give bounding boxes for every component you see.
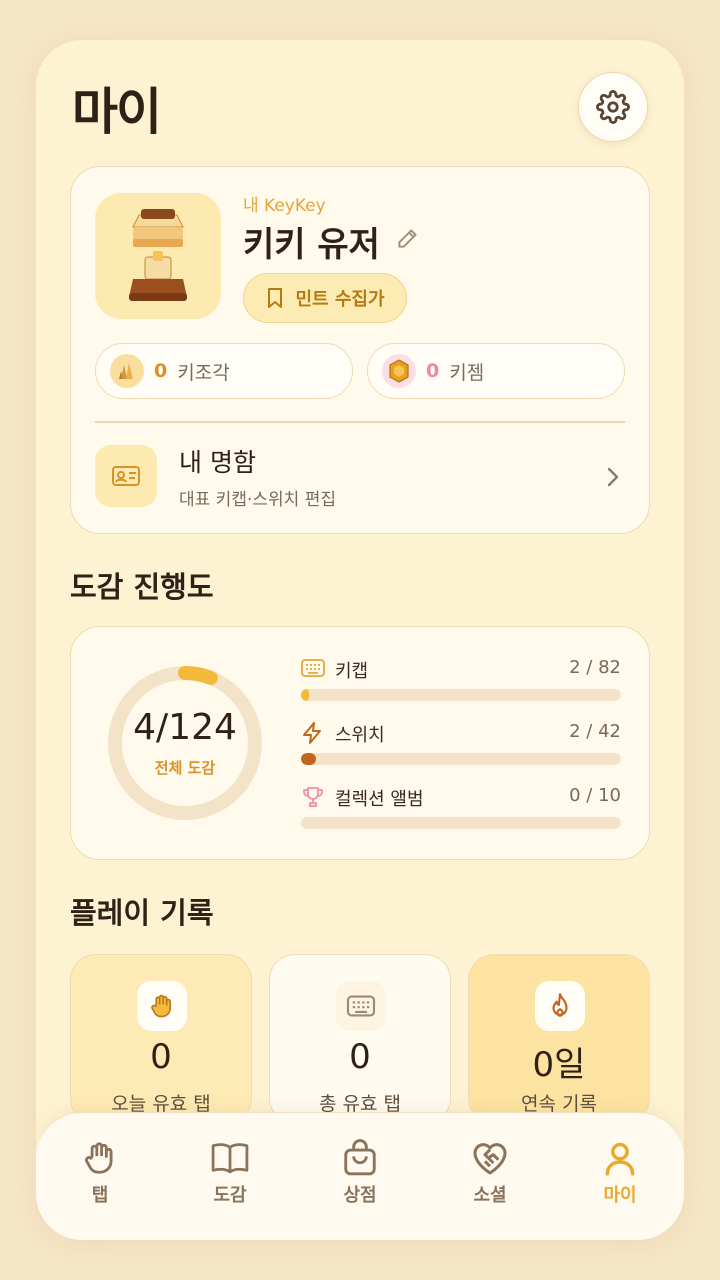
chevron-right-icon[interactable] [605,465,621,489]
nav-tab-my[interactable]: 마이 [570,1139,670,1207]
progress-fill [301,689,309,701]
flame-icon-box [535,981,585,1031]
keyboard-icon [301,659,325,677]
username: 키키 유저 [243,225,380,265]
progress-count: 2 / 82 [569,657,621,678]
progress-fill [301,753,317,765]
profile-card: 내 KeyKey 키키 유저 민트 수집가 0 키조각 0 키젬 내 명함 대표… [70,166,650,534]
total-count: 4/124 [133,707,237,748]
flame-icon [552,993,568,1017]
key-pieces-label: 키조각 [177,361,230,384]
bag-icon [344,1139,376,1176]
progress-card: 4/124 전체 도감 키캡 2 / 82 스위치 2 / 42 컬렉션 앨범 … [70,626,650,860]
mine-label: 내 KeyKey [243,196,326,216]
progress-label: 컬렉션 앨범 [335,789,424,810]
hand-icon-box [137,981,187,1031]
id-card-icon [112,466,140,486]
stat-value: 0일 [532,1045,586,1085]
play-section-title: 플레이 기록 [70,896,214,930]
namecard-title[interactable]: 내 명함 [179,443,256,479]
progress-label: 키캡 [335,661,369,682]
gear-icon [596,90,630,124]
book-icon [211,1143,249,1174]
settings-button[interactable] [578,72,648,142]
bottom-nav: 탭 도감 상점 소셜 마이 [36,1112,684,1240]
avatar[interactable] [95,193,221,319]
page-title: 마이 [72,83,162,141]
progress-count: 2 / 42 [569,721,621,742]
namecard-icon-box [95,445,157,507]
nav-label: 도감 [213,1185,247,1206]
phone-screen: 마이 내 KeyKey 키키 유저 민트 수집가 0 키조각 0 키젬 내 명함… [36,40,684,1240]
nav-label: 마이 [603,1185,637,1206]
nav-tab-shop[interactable]: 상점 [310,1139,410,1207]
key-pieces-icon [110,354,144,388]
keycap-switch-icon [129,209,187,301]
key-gem-icon [382,354,416,388]
namecard-subtitle: 대표 키캡·스위치 편집 [179,490,336,510]
key-gems-value: 0 [426,360,440,382]
key-gems-pill[interactable]: 0 키젬 [367,343,625,399]
key-pieces-pill[interactable]: 0 키조각 [95,343,353,399]
progress-track [301,817,621,829]
nav-label: 소셜 [473,1185,507,1206]
person-icon [605,1142,635,1176]
heart-handshake-icon [473,1143,507,1175]
key-pieces-value: 0 [154,360,168,382]
stat-total-taps: 0 총 유효 탭 [269,954,451,1124]
nav-tab-social[interactable]: 소셜 [440,1139,540,1207]
nav-tab-collection[interactable]: 도감 [180,1139,280,1207]
key-gems-label: 키젬 [449,361,485,384]
trophy-icon [303,787,323,807]
divider [95,421,625,423]
stat-streak: 0일 연속 기록 [468,954,650,1124]
stat-value: 0 [150,1037,172,1077]
hand-icon [85,1142,113,1174]
stat-today-taps: 0 오늘 유효 탭 [70,954,252,1124]
progress-label: 스위치 [335,725,385,746]
stat-value: 0 [349,1037,371,1077]
progress-section-title: 도감 진행도 [70,570,214,604]
progress-track [301,753,621,765]
nav-label: 탭 [91,1185,109,1206]
hand-icon [151,994,171,1018]
nav-label: 상점 [343,1185,377,1206]
progress-track [301,689,621,701]
lightning-icon [303,722,321,744]
progress-count: 0 / 10 [569,785,621,806]
keyboard-icon-box [336,981,386,1031]
nav-tab-tap[interactable]: 탭 [50,1139,150,1207]
badge-label: 민트 수집가 [295,289,385,310]
total-label: 전체 도감 [154,759,216,777]
pencil-icon[interactable] [395,225,421,251]
title-badge[interactable]: 민트 수집가 [243,273,407,323]
bookmark-icon [268,288,283,308]
keyboard-icon [346,995,376,1017]
